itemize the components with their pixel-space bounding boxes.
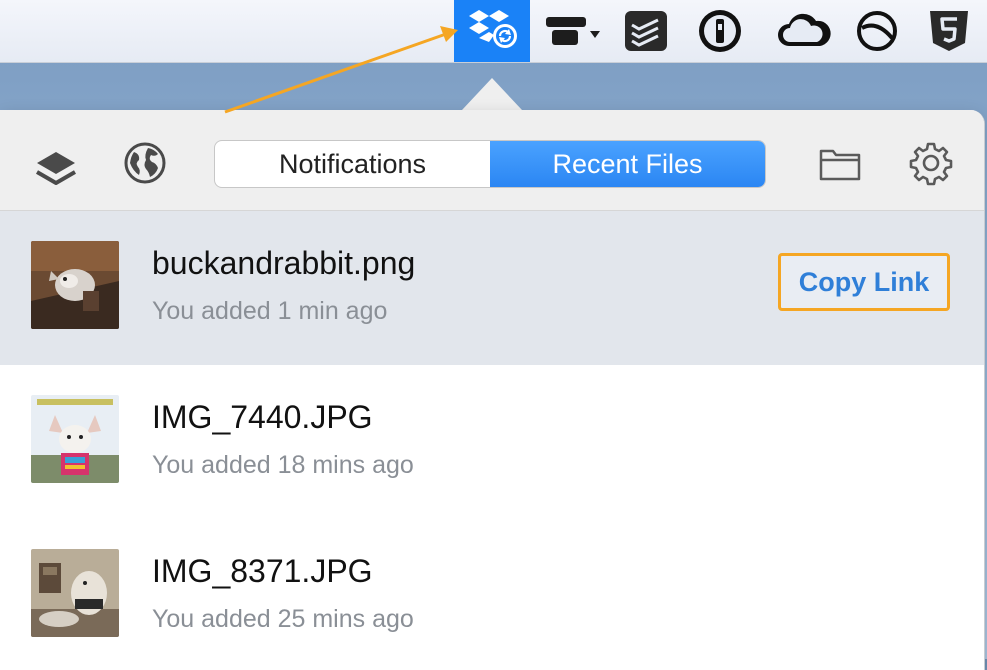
file-name: buckandrabbit.png [152,245,416,281]
gear-icon[interactable] [906,138,956,188]
file-name: IMG_7440.JPG [152,399,373,435]
todoist-icon[interactable] [620,0,672,62]
tab-recent-files[interactable]: Recent Files [490,141,765,187]
folder-icon[interactable] [816,140,864,186]
file-added-time: You added 18 mins ago [152,451,414,479]
view-tabs: Notifications Recent Files [214,140,766,188]
globe-icon[interactable] [120,138,170,188]
file-added-time: You added 1 min ago [152,297,388,325]
file-row[interactable]: IMG_8371.JPG You added 25 mins ago [0,519,984,670]
dropbox-popover: Notifications Recent Files buckandrabbit… [0,110,985,670]
recent-files-list: buckandrabbit.png You added 1 min ago Co… [0,211,984,670]
dropbox-sync-icon[interactable] [454,0,530,62]
file-thumbnail [31,549,119,637]
menu-bar [0,0,987,63]
layers-icon[interactable] [32,146,80,194]
file-thumbnail [31,241,119,329]
tower-icon[interactable] [540,0,606,62]
copy-link-button[interactable]: Copy Link [778,253,950,311]
file-row[interactable]: buckandrabbit.png You added 1 min ago Co… [0,211,984,365]
html5-shield-icon[interactable] [922,0,976,62]
1password-icon[interactable] [694,0,746,62]
tab-notifications[interactable]: Notifications [215,141,490,187]
popover-toolbar: Notifications Recent Files [0,110,984,211]
file-row[interactable]: IMG_7440.JPG You added 18 mins ago [0,365,984,519]
circle-icon[interactable] [852,0,902,62]
file-added-time: You added 25 mins ago [152,605,414,633]
popover-arrow [462,78,522,110]
cloud-icon[interactable] [774,0,834,62]
file-thumbnail [31,395,119,483]
file-name: IMG_8371.JPG [152,553,373,589]
